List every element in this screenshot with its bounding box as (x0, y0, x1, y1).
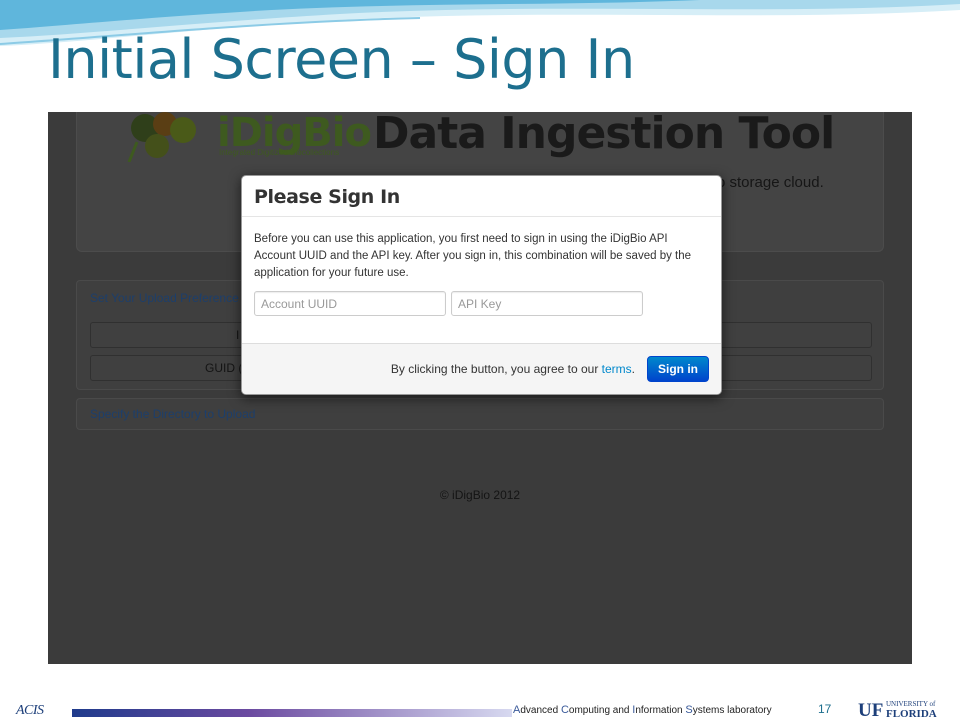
footer-gradient-bar (72, 709, 512, 717)
upload-directory-panel: Specify the Directory to Upload (76, 398, 884, 430)
logo-tagline: Integrated Digitized Biocollections (219, 148, 340, 157)
sign-in-modal: Please Sign In Before you can use this a… (241, 175, 722, 395)
modal-footer: By clicking the button, you agree to our… (242, 343, 721, 394)
app-title: Data Ingestion Tool (373, 112, 835, 159)
lab-word-1: dvanced (520, 705, 561, 716)
upload-preferences-link[interactable]: Set Your Upload Preference (90, 291, 239, 305)
svg-text:FLORIDA: FLORIDA (886, 708, 937, 719)
lab-cap-s: S (685, 704, 693, 716)
modal-title: Please Sign In (242, 176, 721, 217)
modal-body: Before you can use this application, you… (242, 217, 721, 330)
uf-logo-icon: UF UNIVERSITY of FLORIDA (858, 700, 937, 719)
credential-inputs (254, 291, 709, 316)
specify-directory-link[interactable]: Specify the Directory to Upload (90, 407, 255, 421)
app-copyright: © iDigBio 2012 (439, 488, 521, 502)
lab-word-4: ystems laboratory (692, 705, 772, 716)
terms-link[interactable]: terms (602, 362, 632, 376)
slide-title: Initial Screen – Sign In (48, 28, 635, 91)
svg-text:UNIVERSITY of: UNIVERSITY of (886, 700, 936, 708)
account-uuid-input[interactable] (254, 291, 446, 316)
sign-in-button[interactable]: Sign in (647, 356, 709, 382)
modal-instructions: Before you can use this application, you… (254, 233, 692, 279)
acis-logo: ACIS (16, 703, 44, 718)
idigbio-logo-icon (127, 112, 196, 162)
page-number: 17 (818, 702, 832, 716)
app-subtitle: o storage cloud. (717, 174, 824, 191)
lab-word-2: omputing and (568, 705, 633, 716)
lab-name: Advanced Computing and Information Syste… (513, 704, 772, 716)
agree-suffix: . (631, 362, 635, 376)
lab-cap-c: C (560, 704, 569, 716)
terms-agreement-text: By clicking the button, you agree to our… (391, 362, 635, 376)
api-key-input[interactable] (451, 291, 643, 316)
svg-text:UF: UF (858, 700, 883, 719)
lab-word-3: nformation (635, 705, 686, 716)
agree-prefix: By clicking the button, you agree to our (390, 362, 602, 376)
